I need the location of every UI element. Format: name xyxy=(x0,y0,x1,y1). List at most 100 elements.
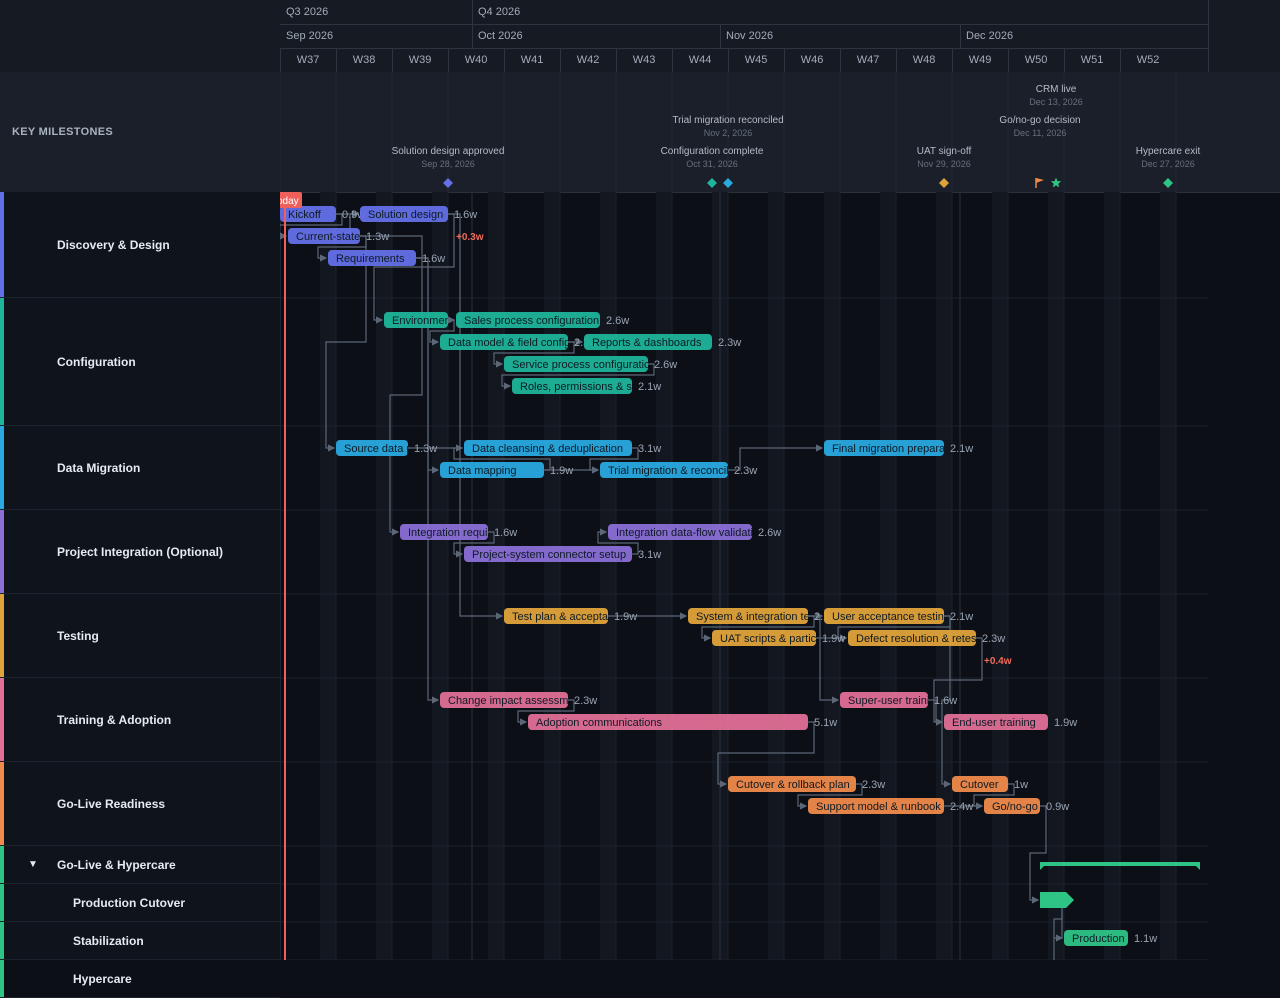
gantt-chart-area: Kickoff 0.9w Solution design 1.6w +0.3w Curre… xyxy=(280,192,1280,960)
task-bar-label: Service process configuration xyxy=(512,359,656,371)
task-bar-stabilization[interactable]: Production 1.1w xyxy=(1064,930,1157,946)
milestone-band: Solution design approved Sep 28, 2026 Conf… xyxy=(279,72,1280,193)
diamond-icon[interactable] xyxy=(707,178,717,188)
task-bar-data-model[interactable]: Data model & field configuration2.3w xyxy=(440,334,604,350)
task-bar-label: Current-state xyxy=(296,231,360,243)
lane-go-live-hypercare[interactable]: ▼ Go-Live & Hypercare xyxy=(0,846,280,884)
task-bar-source-profiling[interactable]: Source data profiling1.3w xyxy=(336,440,445,456)
dependency-arrow xyxy=(717,721,815,788)
week-label: W52 xyxy=(1136,54,1160,66)
slip-indicator: +0.4w xyxy=(984,656,1012,667)
task-duration: 5.1w xyxy=(814,717,837,729)
weekend-band xyxy=(768,192,784,960)
weekend-band xyxy=(992,192,1008,960)
milestone-date: Dec 13, 2026 xyxy=(1029,97,1083,107)
week-label: W38 xyxy=(352,54,376,66)
lane-training-adoption: Training & Adoption xyxy=(0,678,280,762)
task-bar-label: Project-system connector setup xyxy=(472,549,626,561)
week-divider xyxy=(1064,48,1065,72)
week-label: W40 xyxy=(464,54,488,66)
grid-layer xyxy=(280,192,1208,960)
week-divider xyxy=(616,48,617,72)
task-duration: 1.9w xyxy=(1054,717,1077,729)
task-bar-super-user[interactable]: Super-user training1.6w xyxy=(840,692,957,708)
diamond-icon[interactable] xyxy=(1163,178,1173,188)
task-bar-cutover-rehearsal[interactable]: Cutover 1w xyxy=(952,776,1028,792)
production-cutover-marker[interactable] xyxy=(1040,892,1074,908)
flag-icon[interactable] xyxy=(1035,178,1044,188)
task-duration: 2.3w xyxy=(862,779,885,791)
diamond-icon[interactable] xyxy=(443,178,453,188)
task-bar-label: Environment xyxy=(392,315,454,327)
task-bar-reports[interactable]: Reports & dashboards 2.3w xyxy=(584,334,741,350)
task-bar-end-user-training[interactable]: End-user training 1.9w xyxy=(944,714,1077,730)
weekend-band xyxy=(936,192,952,960)
week-label: W49 xyxy=(968,54,992,66)
task-bar-label: Solution design xyxy=(368,209,443,221)
task-bar-change-impact[interactable]: Change impact assessment2.3w xyxy=(440,692,597,708)
task-bar-current-state[interactable]: Current-state 1.3w xyxy=(288,228,389,244)
task-bar-kickoff[interactable]: Kickoff 0.9w xyxy=(280,206,365,222)
task-bar-environment[interactable]: Environment xyxy=(384,312,454,328)
week-divider xyxy=(336,48,337,72)
weekend-band xyxy=(1104,192,1120,960)
task-bar-data-mapping[interactable]: Data mapping 1.9w xyxy=(440,462,573,478)
lane-sidebar: Discovery & Design Configuration Data Migr… xyxy=(0,192,281,998)
lane-stabilization: Stabilization xyxy=(0,922,280,960)
task-bar-go-no-go[interactable]: Go/no-go 0.9w xyxy=(984,798,1069,814)
task-duration: 1.6w xyxy=(934,695,957,707)
lane-label-text: Stabilization xyxy=(73,933,144,948)
caret-down-icon[interactable]: ▼ xyxy=(28,859,38,870)
week-divider xyxy=(728,48,729,72)
lane-testing: Testing xyxy=(0,594,280,678)
lane-accent xyxy=(0,298,4,425)
task-bar-defect-resolution[interactable]: Defect resolution & retest 2.3w +0.4w xyxy=(848,630,1012,667)
milestone-date: Nov 29, 2026 xyxy=(917,159,971,169)
diamond-icon[interactable] xyxy=(723,178,733,188)
lane-data-migration: Data Migration xyxy=(0,426,280,510)
task-bar-final-migration[interactable]: Final migration preparation2.1w xyxy=(824,440,973,456)
lane-accent xyxy=(0,678,4,761)
lane-label-text: Discovery & Design xyxy=(57,237,170,252)
task-bar-roles[interactable]: Roles, permissions & security2.1w xyxy=(512,378,665,394)
lane-accent xyxy=(0,510,4,593)
lane-accent xyxy=(0,192,4,297)
task-duration: 2.1w xyxy=(638,381,661,393)
task-bar-integration-req[interactable]: Integration requirements1.6w xyxy=(400,524,528,540)
weekend-band xyxy=(320,192,336,960)
task-duration: 2.4w xyxy=(950,801,973,813)
month-label: Sep 2026 xyxy=(286,30,334,42)
task-bar-cutover-plan[interactable]: Cutover & rollback plan 2.3w xyxy=(728,776,885,792)
weekend-band xyxy=(376,192,392,960)
task-layer: Kickoff 0.9w Solution design 1.6w+0.3wCurre… xyxy=(280,206,1200,946)
lane-hypercare: Hypercare xyxy=(0,960,280,998)
lane-label-text: Testing xyxy=(57,628,99,643)
task-bar-uat-scripts[interactable]: UAT scripts & participants1.9w xyxy=(712,630,846,646)
milestone-title: Trial migration reconciled xyxy=(672,115,784,126)
lane-accent xyxy=(0,762,4,845)
diamond-icon[interactable] xyxy=(939,178,949,188)
task-bar-requirements[interactable]: Requirements 1.6w xyxy=(328,250,445,266)
milestone-date: Nov 2, 2026 xyxy=(703,128,753,138)
header-corner xyxy=(0,0,280,73)
task-bar-label: Kickoff xyxy=(288,209,322,221)
task-bar-uat[interactable]: User acceptance testing 2.1w xyxy=(824,608,973,624)
weekend-band xyxy=(880,192,896,960)
task-bar-system-testing[interactable]: System & integration testing2.1w xyxy=(688,608,837,624)
star-icon[interactable] xyxy=(1050,177,1062,188)
task-bar-adoption-comms[interactable]: Adoption communications 5.1w xyxy=(528,714,837,730)
task-bar-trial-migration[interactable]: Trial migration & reconciliation2.3w xyxy=(600,462,757,478)
month-divider xyxy=(720,24,721,48)
month-divider xyxy=(960,24,961,48)
task-bar-label: Reports & dashboards xyxy=(592,337,702,349)
week-label: W48 xyxy=(912,54,936,66)
task-duration: 1.6w xyxy=(494,527,517,539)
lane-label-text: Production Cutover xyxy=(73,895,186,910)
milestone-date: Oct 31, 2026 xyxy=(686,159,738,169)
task-bar-connector-setup[interactable]: Project-system connector setup 3.1w xyxy=(464,546,661,562)
task-bar-cleansing[interactable]: Data cleansing & deduplication 3.1w xyxy=(464,440,661,456)
week-label: W47 xyxy=(856,54,880,66)
lane-go-live-readiness: Go-Live Readiness xyxy=(0,762,280,846)
task-bar-dataflow-validation[interactable]: Integration data-flow validation2.6w xyxy=(608,524,781,540)
week-label: W50 xyxy=(1024,54,1048,66)
